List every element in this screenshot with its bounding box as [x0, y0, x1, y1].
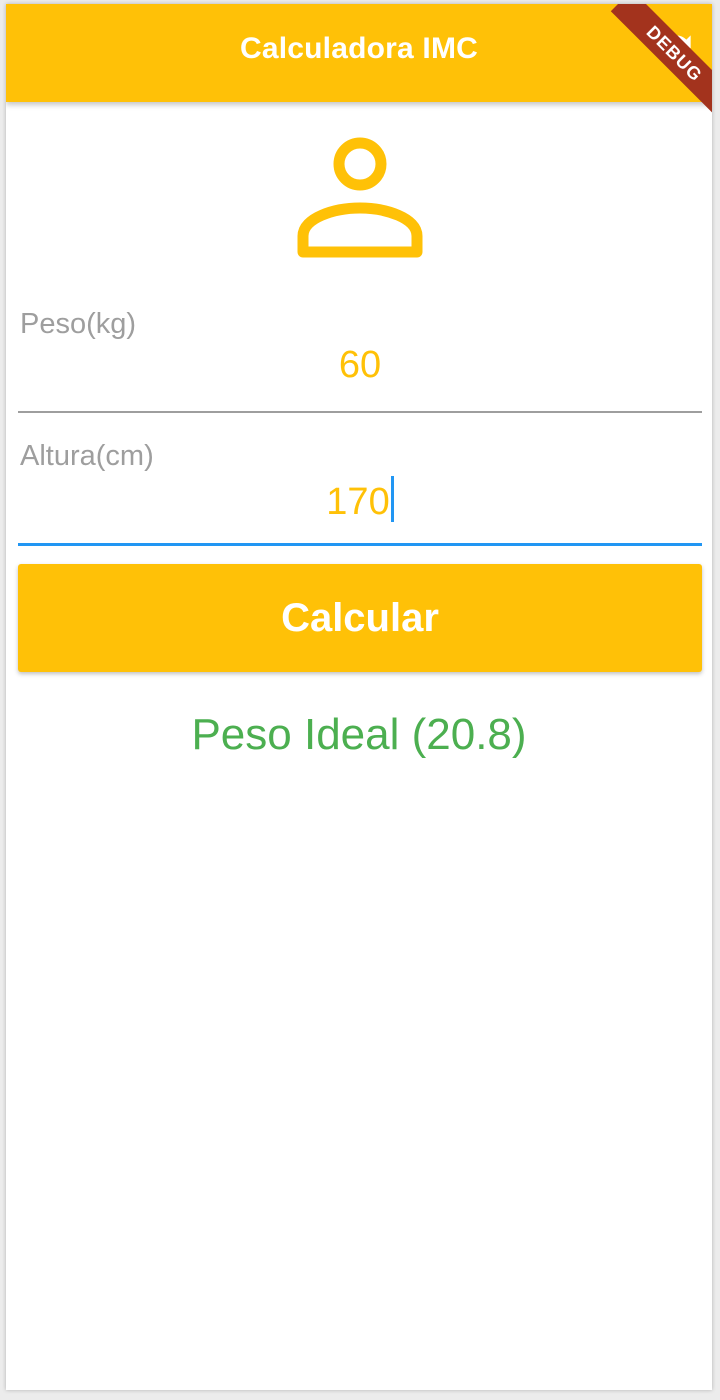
weight-label: Peso(kg) — [20, 308, 137, 340]
text-cursor — [390, 476, 394, 522]
height-field[interactable]: Altura(cm) 170 — [18, 436, 702, 548]
weight-underline — [18, 411, 702, 413]
app-screen: Calculadora IMC DEBUG Peso(kg) 60 Altura… — [6, 4, 712, 1390]
app-title: Calculadora IMC — [239, 32, 479, 65]
height-label: Altura(cm) — [20, 440, 154, 472]
result-text: Peso Ideal (20.8) — [191, 710, 527, 759]
app-bar: Calculadora IMC — [6, 4, 712, 102]
weight-field[interactable]: Peso(kg) 60 — [18, 304, 702, 416]
weight-input[interactable]: 60 — [18, 344, 702, 387]
height-input-wrapper[interactable]: 170 — [18, 476, 702, 524]
device-frame: Calculadora IMC DEBUG Peso(kg) 60 Altura… — [0, 0, 720, 1400]
calculate-button[interactable]: Calcular — [18, 564, 702, 672]
person-outline-icon — [296, 130, 424, 258]
height-input[interactable]: 170 — [326, 481, 389, 523]
height-underline — [18, 543, 702, 546]
